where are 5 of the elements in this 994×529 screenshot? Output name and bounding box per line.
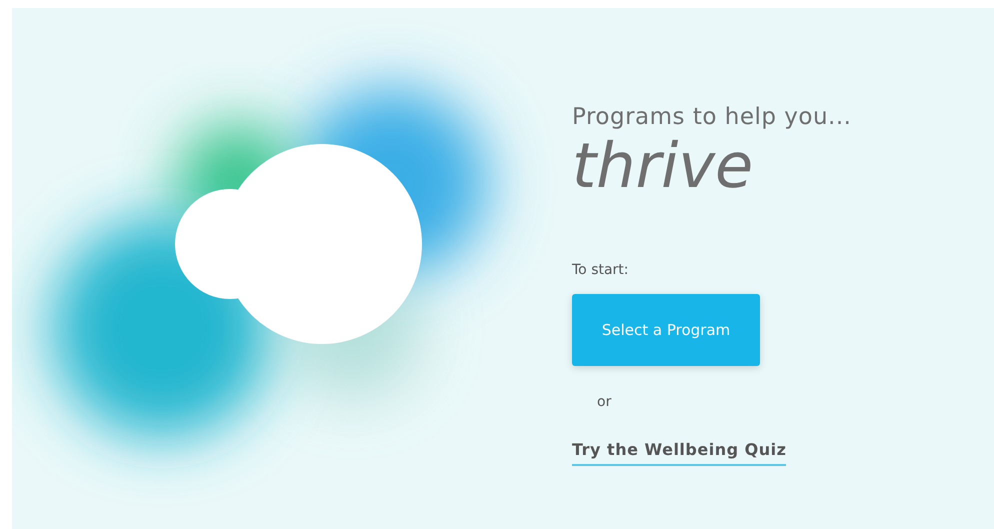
headline: thrive	[572, 132, 754, 200]
separator-text: or	[597, 394, 612, 410]
prompt-text: To start:	[572, 262, 629, 278]
intro-text: Programs to help you...	[572, 104, 852, 130]
quiz-link[interactable]: Try the Wellbeing Quiz	[572, 440, 786, 466]
